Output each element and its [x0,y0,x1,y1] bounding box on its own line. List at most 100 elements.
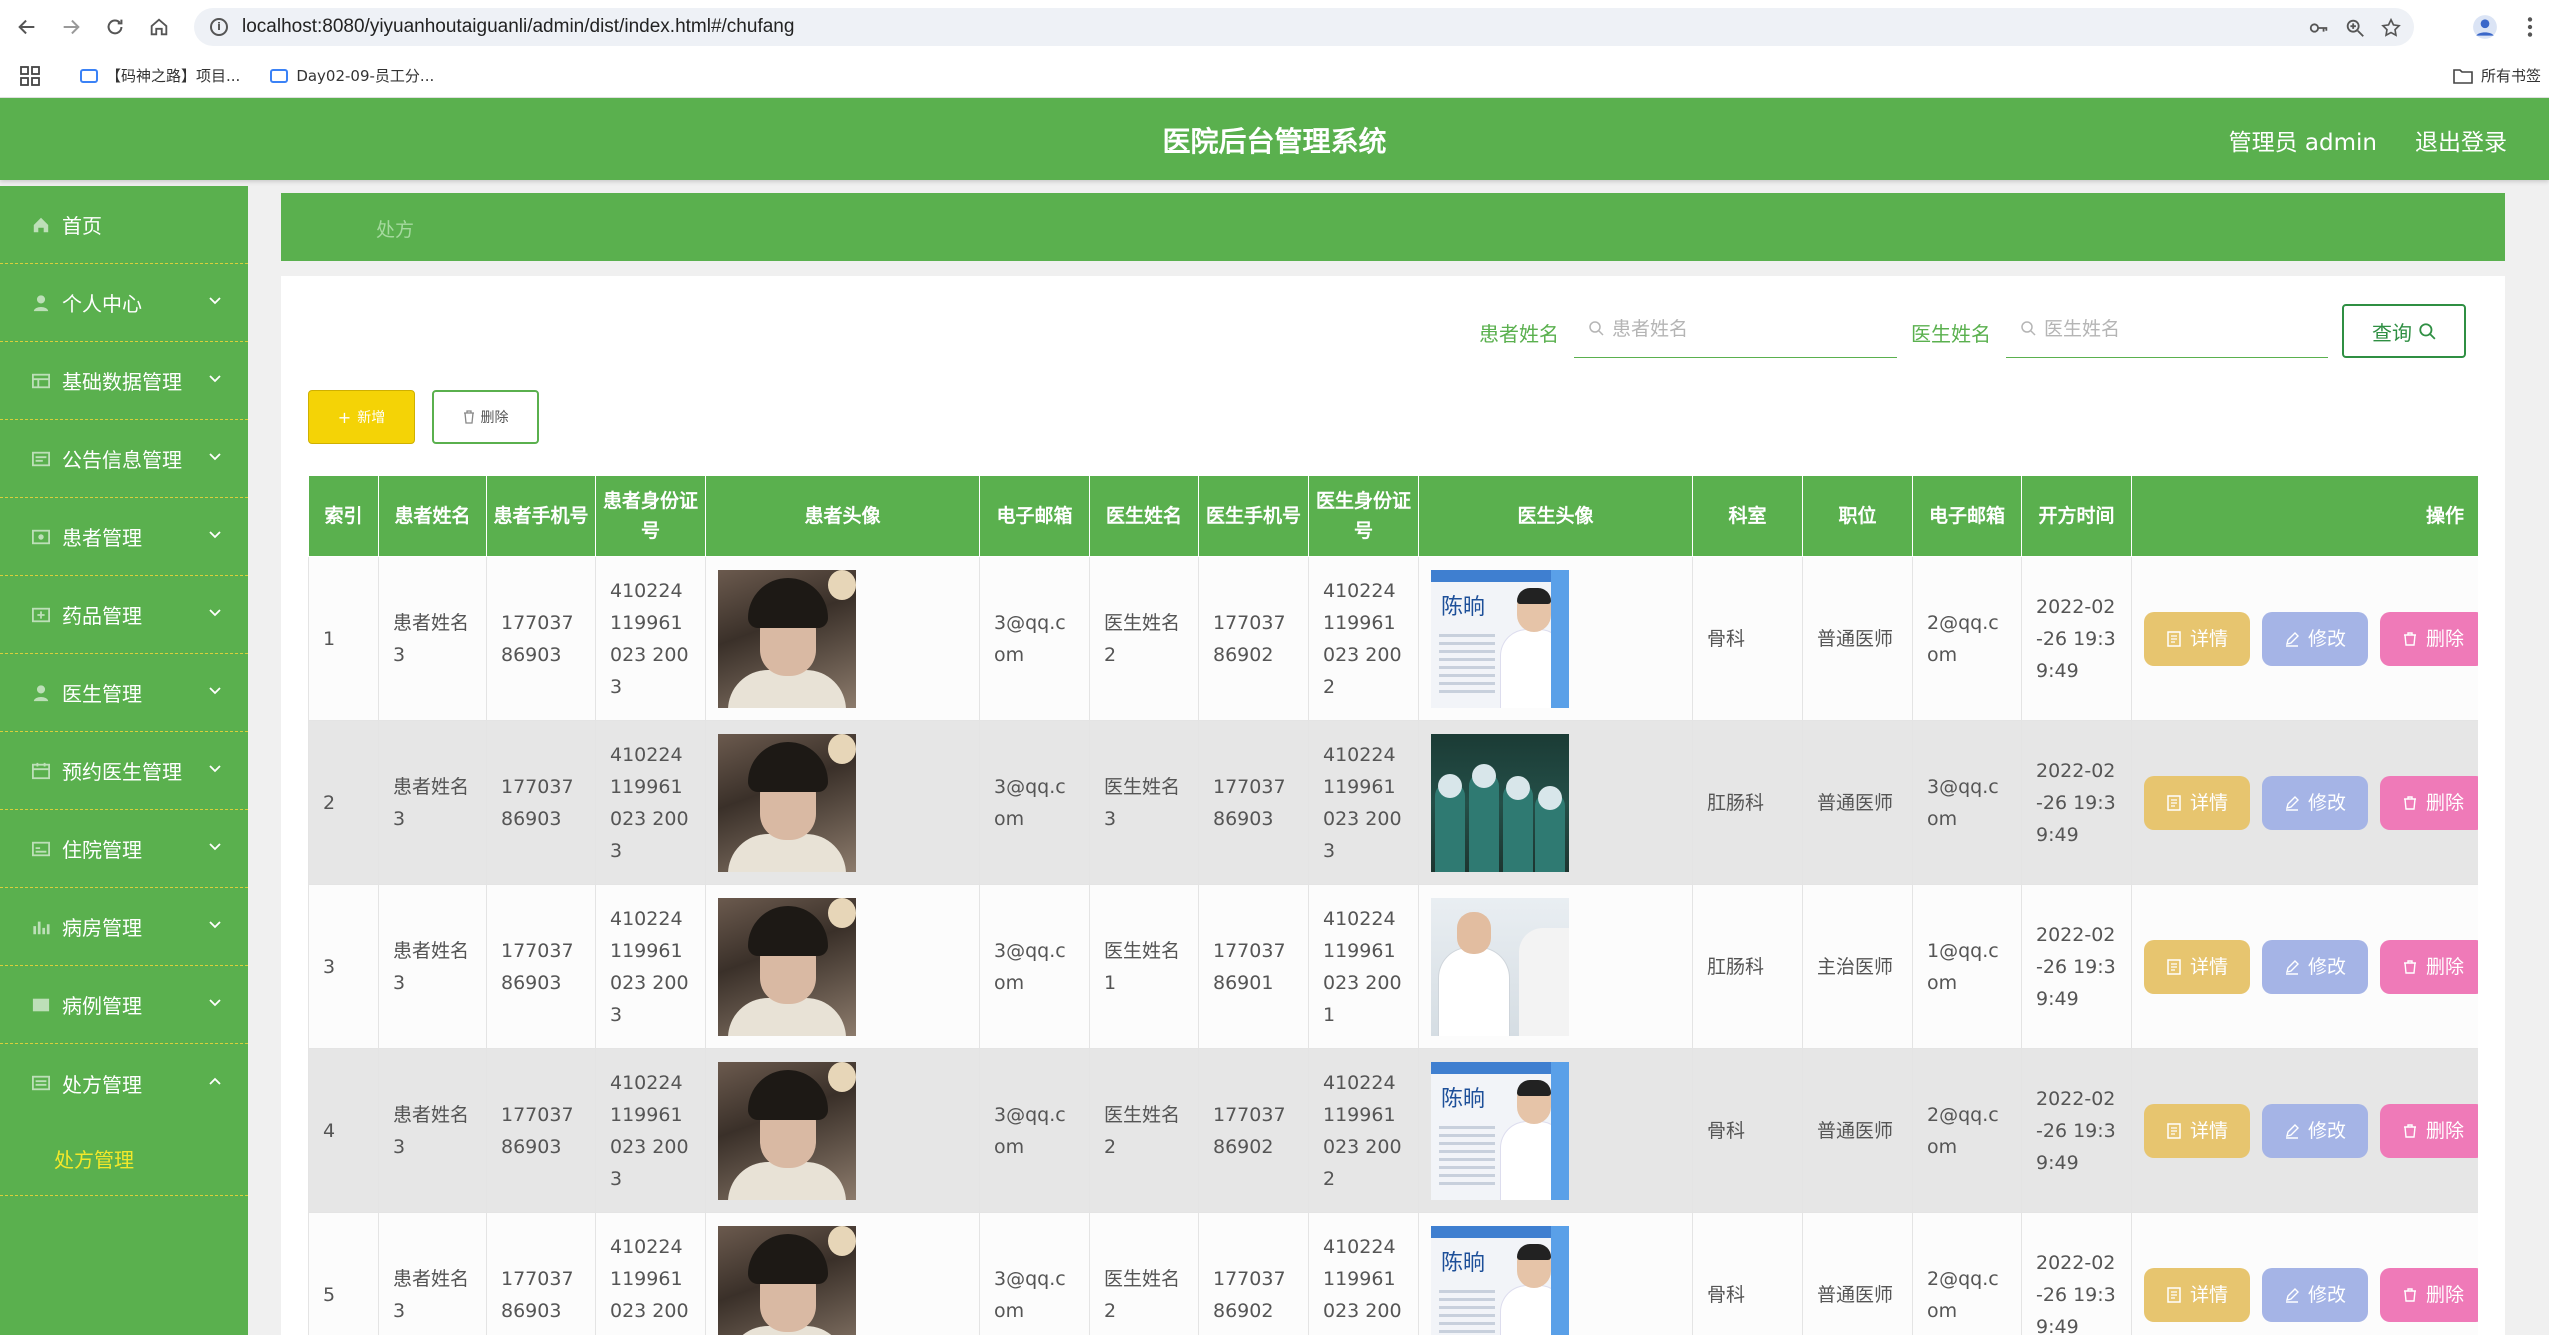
key-icon[interactable] [2308,17,2330,39]
table-row[interactable]: 5患者姓名317703786903410224119961023 2003 3@q… [308,1212,2478,1335]
site-info-icon[interactable]: i [210,18,228,36]
table-cell: 2022-02-26 19:39:49 [2021,1048,2132,1213]
bookmark-item[interactable]: 【码神之路】项目... [80,65,240,86]
profile-icon[interactable] [2472,14,2498,40]
sidebar-item-home[interactable]: 首页 [0,186,248,264]
reload-icon[interactable] [98,10,132,44]
table-cell: 陈晌 [1418,556,1693,721]
delete-button[interactable]: 删除 [2380,775,2478,830]
apps-icon[interactable] [20,65,40,86]
table-cell: 医生姓名2 [1089,1048,1199,1213]
chevron-down-icon [209,999,221,1007]
doctor-card-name: 陈晌 [1441,1250,1486,1276]
patient-avatar [718,1225,856,1335]
patient-avatar [718,897,856,1036]
breadcrumb: 处方 [281,193,2505,261]
sidebar-item-hospitalization[interactable]: 住院管理 [0,810,248,888]
table-cell [705,1212,980,1335]
column-header: 医生手机号 [1198,475,1309,557]
detail-button[interactable]: 详情 [2144,611,2250,666]
table-row[interactable]: 1 患者姓名3 17703786903 410224119961023 2003 3@q… [308,556,2478,721]
table-row[interactable]: 3 患者姓名3 17703786903 410224119961023 2003 3@q… [308,884,2478,1049]
sidebar-item-doctor[interactable]: 医生管理 [0,654,248,732]
detail-button[interactable]: 详情 [2144,1267,2250,1322]
table-row[interactable]: 4 患者姓名3 17703786903 410224119961023 2003 3@q… [308,1048,2478,1213]
delete-button[interactable]: 删除 [2380,939,2478,994]
sidebar-item-medicine[interactable]: 药品管理 [0,576,248,654]
table-cell: 17703786902 [1198,556,1309,721]
add-button[interactable]: + 新增 [308,390,415,444]
delete-button[interactable]: 删除 [2380,1267,2478,1322]
table-cell: 患者姓名3 [378,720,487,885]
table-cell: 1 [308,556,379,721]
sidebar-item-appointment[interactable]: 预约医生管理 [0,732,248,810]
sidebar-item-ward[interactable]: 病房管理 [0,888,248,966]
calendar-icon [32,762,50,779]
star-icon[interactable] [2380,17,2402,39]
table-cell: 3@qq.com [979,884,1090,1049]
bilibili-icon [80,68,98,83]
table-cell [705,720,980,885]
sidebar-subitem-prescription-management[interactable]: 处方管理 [0,1122,248,1196]
zoom-icon[interactable] [2344,17,2366,39]
doctor-name-input[interactable]: 医生姓名 [2006,298,2328,358]
doctor-card-name: 陈晌 [1441,1086,1486,1112]
edit-button[interactable]: 修改 [2262,611,2368,666]
breadcrumb-current: 处方 [376,219,415,241]
bookmark-item[interactable]: Day02-09-员工分... [270,65,434,86]
document-icon [2167,794,2181,811]
detail-button[interactable]: 详情 [2144,775,2250,830]
notice-icon [32,451,50,466]
table-cell: 普通医师 [1802,720,1913,885]
table-cell [1418,720,1693,885]
edit-button[interactable]: 修改 [2262,1103,2368,1158]
table-cell: 17703786902 [1198,1212,1309,1335]
sidebar-item-notice[interactable]: 公告信息管理 [0,420,248,498]
back-icon[interactable] [10,10,44,44]
url-bar[interactable]: i localhost:8080/yiyuanhoutaiguanli/admi… [194,8,2414,46]
trash-icon [2403,959,2416,974]
sidebar-item-case[interactable]: 病例管理 [0,966,248,1044]
app-title: 医院后台管理系统 [1162,125,1387,158]
table-cell: 医生姓名2 [1089,556,1199,721]
table-cell: 2 [308,720,379,885]
logout-link[interactable]: 退出登录 [2415,123,2507,157]
table-cell: 普通医师 [1802,1048,1913,1213]
table-cell: 患者姓名3 [378,1048,487,1213]
edit-button[interactable]: 修改 [2262,1267,2368,1322]
table-row[interactable]: 2 患者姓名3 17703786903 410224119961023 2003 3@q… [308,720,2478,885]
chevron-down-icon [209,375,221,383]
table-cell: 骨科 [1692,556,1803,721]
batch-delete-button[interactable]: 删除 [432,390,539,444]
table-cell: 17703786903 [486,556,596,721]
delete-button[interactable]: 删除 [2380,611,2478,666]
all-bookmarks[interactable]: 所有书签 [2453,65,2541,86]
menu-dots-icon[interactable] [2520,14,2540,40]
forward-icon[interactable] [54,10,88,44]
detail-button[interactable]: 详情 [2144,939,2250,994]
home-nav-icon[interactable] [142,10,176,44]
document-icon [2167,630,2181,647]
table-cell: 骨科 [1692,1212,1803,1335]
edit-icon [2285,1287,2299,1303]
detail-button[interactable]: 详情 [2144,1103,2250,1158]
url-text[interactable]: localhost:8080/yiyuanhoutaiguanli/admin/… [242,16,794,38]
edit-button[interactable]: 修改 [2262,939,2368,994]
sidebar-item-basic-data[interactable]: 基础数据管理 [0,342,248,420]
table-cell: 410224119961023 2002 [1308,1212,1419,1335]
patient-name-input[interactable]: 患者姓名 [1574,298,1897,358]
table-cell: 5 [308,1212,379,1335]
edit-button[interactable]: 修改 [2262,775,2368,830]
table-cell: 骨科 [1692,1048,1803,1213]
query-button[interactable]: 查询 [2342,304,2466,358]
home-icon [33,217,49,232]
column-header: 患者手机号 [486,475,596,557]
sidebar-item-prescription[interactable]: 处方管理 [0,1044,248,1122]
sidebar-item-personal[interactable]: 个人中心 [0,264,248,342]
table-cell: 2@qq.com [1912,1212,2022,1335]
table-cell: 患者姓名3 [378,884,487,1049]
delete-button[interactable]: 删除 [2380,1103,2478,1158]
table-cell: 医生姓名2 [1089,1212,1199,1335]
column-header: 开方时间 [2021,475,2132,557]
sidebar-item-patient[interactable]: 患者管理 [0,498,248,576]
